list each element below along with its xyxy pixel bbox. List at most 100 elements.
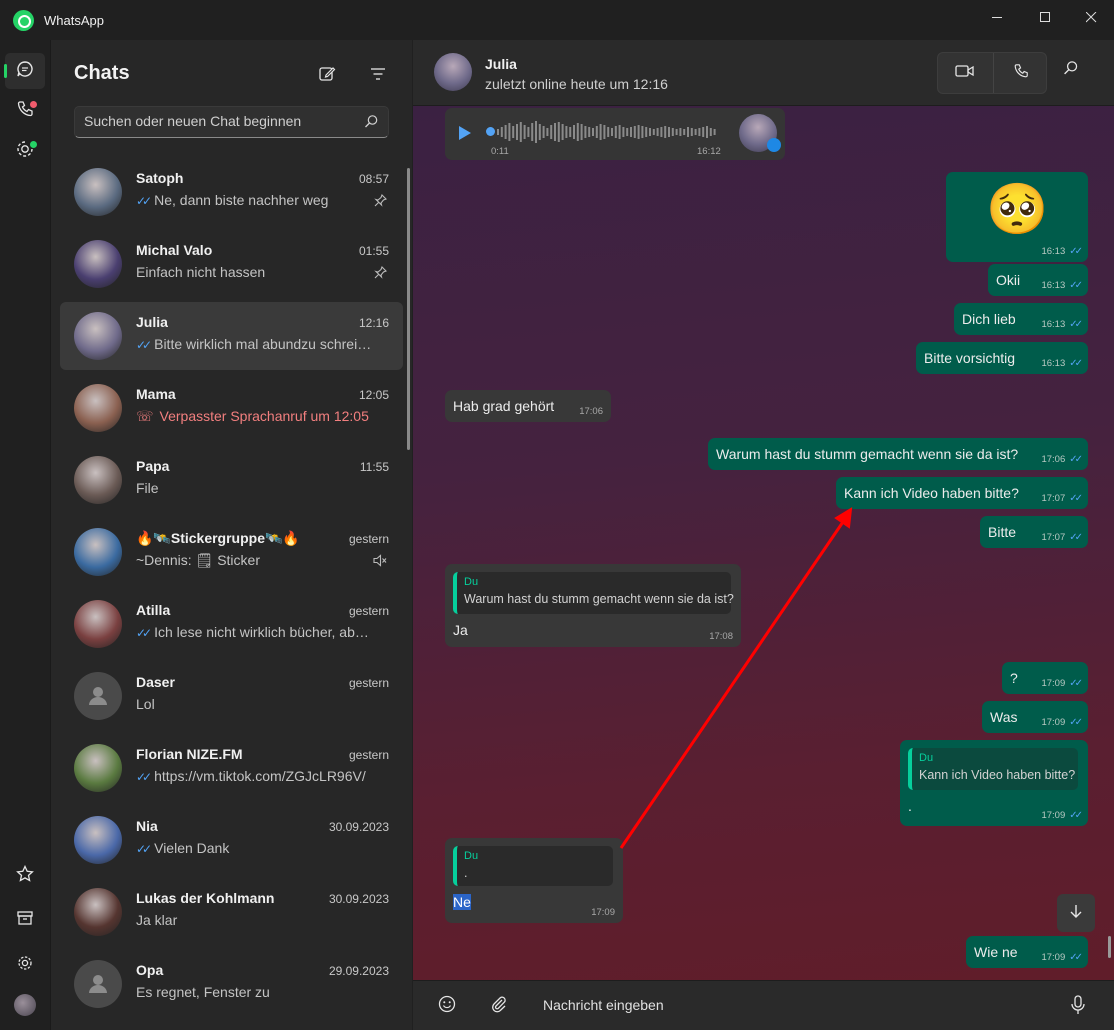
quote-text: Kann ich Video haben bitte? [919, 768, 1076, 782]
voice-message[interactable]: 0:11 16:12 [445, 108, 785, 160]
close-icon[interactable] [1068, 0, 1114, 34]
minimize-icon[interactable] [974, 0, 1020, 34]
maximize-icon[interactable] [1022, 0, 1068, 34]
message-meta: 17:09 ✓✓ [1041, 678, 1082, 689]
rail-status-button[interactable] [5, 133, 45, 169]
outgoing-message[interactable]: Wie ne 17:09 ✓✓ [966, 936, 1088, 968]
voice-progress-dot[interactable] [486, 127, 495, 136]
scroll-down-button[interactable] [1057, 894, 1095, 932]
chat-list-item[interactable]: Atilla gestern ✓✓ Ich lese nicht wirklich b… [60, 590, 403, 658]
read-receipt-icon: ✓✓ [1069, 532, 1083, 543]
search-input[interactable] [84, 113, 354, 129]
mic-icon[interactable] [1070, 995, 1086, 1020]
message-text: Bitte [988, 524, 1017, 540]
message-time: 16:13 [1041, 358, 1066, 369]
message-meta: 17:06 [579, 406, 603, 417]
chat-list-item[interactable]: Julia 12:16 ✓✓ Bitte wirklich mal abundzu s… [60, 302, 403, 370]
quoted-message[interactable]: Du Warum hast du stumm gemacht wenn sie d… [453, 572, 734, 614]
message-scrollbar[interactable] [1108, 936, 1111, 958]
message-text: Warum hast du stumm gemacht wenn sie da … [716, 446, 1019, 462]
new-chat-icon[interactable] [315, 62, 339, 86]
outgoing-message[interactable]: Kann ich Video haben bitte? 17:07 ✓✓ [836, 477, 1088, 509]
waveform-bar [546, 128, 549, 136]
message-meta: 17:09 ✓✓ [1041, 952, 1082, 963]
waveform-bar [599, 124, 602, 140]
conversation-header: Julia zuletzt online heute um 12:16 [413, 40, 1114, 106]
incoming-message[interactable]: Hab grad gehört 17:06 [445, 390, 611, 422]
message-meta: 17:09 ✓✓ [1041, 810, 1082, 821]
read-receipt-icon: ✓✓ [1069, 454, 1083, 465]
chat-name: Florian NIZE.FM [136, 746, 243, 762]
search-box[interactable] [74, 106, 389, 138]
chat-name: Lukas der Kohlmann [136, 890, 275, 906]
waveform-bar [664, 126, 667, 138]
chat-list-item[interactable]: Mama 12:05 ☏ Verpasster Sprachanruf um 12:0… [60, 374, 403, 442]
outgoing-message[interactable]: Bitte vorsichtig 16:13 ✓✓ [916, 342, 1088, 374]
avatar[interactable] [434, 53, 472, 91]
muted-icon [373, 554, 387, 572]
chat-time: gestern [348, 748, 389, 762]
chat-list-item[interactable]: Opa 29.09.2023 Es regnet, Fenster zu [60, 950, 403, 1018]
chat-time: 29.09.2023 [328, 964, 389, 978]
chat-list-item[interactable]: Florian NIZE.FM gestern ✓✓ https://vm.tikto… [60, 734, 403, 802]
chat-list-item[interactable]: Nia 30.09.2023 ✓✓ Vielen Dank [60, 806, 403, 874]
read-receipt-icon: ✓✓ [1069, 246, 1083, 257]
waveform-bar [519, 122, 522, 142]
rail-profile-button[interactable] [5, 987, 45, 1023]
chat-list-item[interactable]: Lukas der Kohlmann 30.09.2023 Ja klar [60, 878, 403, 946]
message-area[interactable]: 0:11 16:12 🥺 16:13 ✓✓ Okii 16:13 ✓✓ Dich lieb 1… [413, 106, 1114, 980]
attach-icon[interactable] [490, 995, 508, 1018]
rail-chats-button[interactable] [4, 53, 45, 89]
avatar [74, 600, 122, 648]
rail-archive-button[interactable] [5, 902, 45, 938]
chat-time: 12:16 [358, 316, 389, 330]
incoming-message[interactable]: Du Warum hast du stumm gemacht wenn sie d… [445, 564, 741, 647]
filter-icon[interactable] [366, 62, 390, 86]
quoted-message[interactable]: Du Kann ich Video haben bitte? [908, 748, 1078, 790]
chat-list-item[interactable]: Daser gestern Lol [60, 662, 403, 730]
waveform-bar [709, 128, 712, 136]
search-icon[interactable] [1063, 60, 1079, 81]
chat-list-item[interactable]: 🔥🛰️Stickergruppe🛰️🔥 gestern ~Dennis: 🗒 Sti… [60, 518, 403, 586]
read-receipt-icon: ✓✓ [136, 626, 152, 640]
incoming-message[interactable]: Du. Ne 17:09 [445, 838, 623, 923]
chat-list-item[interactable]: Satoph 08:57 ✓✓ Ne, dann biste nachher weg [60, 158, 403, 226]
message-meta: 17:08 [709, 631, 733, 642]
waveform-bar [557, 122, 560, 142]
outgoing-message[interactable]: Dich lieb 16:13 ✓✓ [954, 303, 1088, 335]
chat-icon [16, 60, 34, 83]
waveform-bar [637, 125, 640, 139]
rail-starred-button[interactable] [5, 858, 45, 894]
message-time: 17:08 [709, 631, 733, 642]
video-call-button[interactable] [938, 53, 992, 93]
message-time: 17:09 [1041, 810, 1066, 821]
chat-list-item[interactable]: Papa 11:55 File [60, 446, 403, 514]
quoted-message[interactable]: Du. [453, 846, 613, 886]
outgoing-message[interactable]: 🥺 16:13 ✓✓ [946, 172, 1088, 262]
message-input[interactable] [543, 997, 1043, 1013]
chat-list-item[interactable]: Michal Valo 01:55 Einfach nicht hassen [60, 230, 403, 298]
message-meta: 16:13 ✓✓ [1041, 358, 1082, 369]
waveform-bar [580, 124, 583, 140]
arrow-down-icon [1068, 903, 1084, 924]
outgoing-message[interactable]: Du Kann ich Video haben bitte?. 17:09 ✓✓ [900, 740, 1088, 826]
emoji-icon[interactable] [438, 995, 456, 1018]
outgoing-message[interactable]: ? 17:09 ✓✓ [1002, 662, 1088, 694]
play-icon[interactable] [457, 125, 473, 144]
contact-name[interactable]: Julia [485, 56, 517, 72]
outgoing-message[interactable]: Bitte 17:07 ✓✓ [980, 516, 1088, 548]
message-text: Hab grad gehört [453, 398, 555, 414]
outgoing-message[interactable]: Warum hast du stumm gemacht wenn sie da … [708, 438, 1088, 470]
waveform-bar [679, 128, 682, 136]
rail-calls-button[interactable] [5, 93, 45, 129]
message-time: 17:07 [1041, 532, 1066, 543]
title-bar: WhatsApp [0, 0, 1114, 40]
sidebar-scrollbar[interactable] [407, 168, 410, 450]
waveform-bar [690, 128, 693, 136]
outgoing-message[interactable]: Okii 16:13 ✓✓ [988, 264, 1088, 296]
rail-settings-button[interactable] [5, 947, 45, 983]
voice-call-button[interactable] [993, 53, 1047, 93]
outgoing-message[interactable]: Was 17:09 ✓✓ [982, 701, 1088, 733]
waveform-bar [603, 125, 606, 139]
waveform-bar [618, 125, 621, 139]
